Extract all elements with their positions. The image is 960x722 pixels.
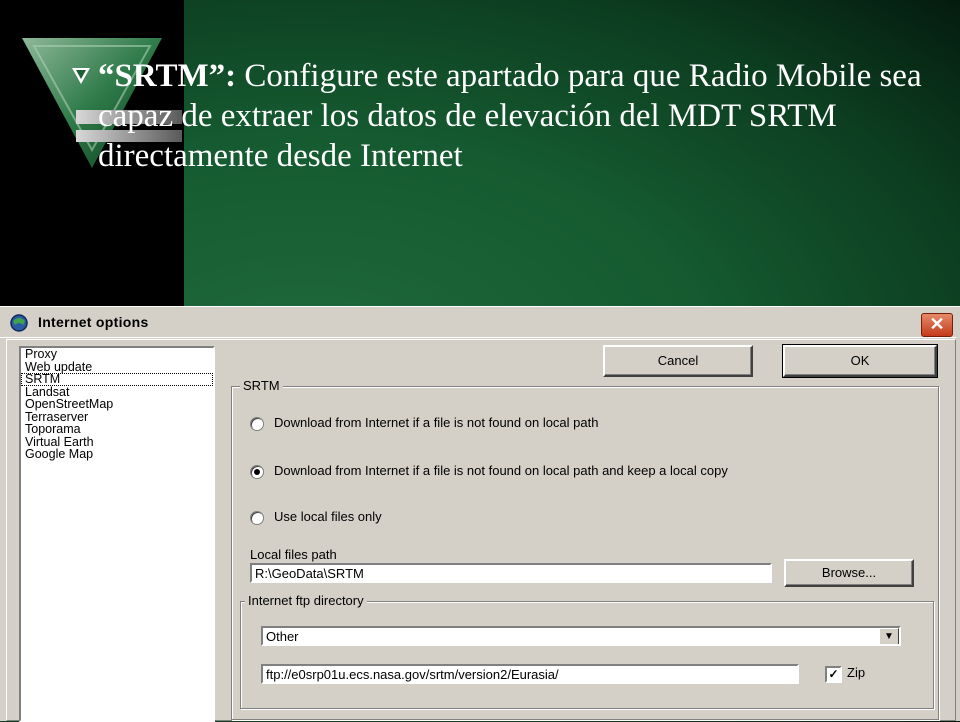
srtm-groupbox: SRTM Download from Internet if a file is… [231,378,939,720]
list-item-google-map[interactable]: Google Map [21,448,213,461]
zip-label: Zip [847,665,866,680]
radio-button[interactable] [250,510,264,525]
radio-mobile-app-icon [10,314,28,332]
slide-bullet-text: “SRTM”: Configure este apartado para que… [98,56,928,176]
ftp-group-title: Internet ftp directory [245,593,367,608]
list-item-openstreetmap[interactable]: OpenStreetMap [21,398,213,411]
radio-option-local-only[interactable]: Use local files only [250,509,382,525]
ftp-directory-select[interactable]: Other ▼ [261,626,901,646]
options-category-list[interactable]: Proxy Web update SRTM Landsat OpenStreetMap T… [19,346,215,722]
dialog-title: Internet options [38,314,149,330]
local-files-path-label: Local files path [250,547,337,562]
ftp-directory-groupbox: Internet ftp directory Other ▼ ftp://e0s… [240,593,934,709]
radio-label: Download from Internet if a file is not … [274,463,728,478]
close-button[interactable]: ✕ [921,313,953,337]
dialog-titlebar[interactable]: Internet options ✕ [0,307,956,338]
chevron-down-icon[interactable]: ▼ [879,628,899,644]
radio-label: Download from Internet if a file is not … [274,415,599,430]
ftp-url-input[interactable]: ftp://e0srp01u.ecs.nasa.gov/srtm/version… [261,664,799,684]
radio-label: Use local files only [274,509,382,524]
list-item-proxy[interactable]: Proxy [21,348,213,361]
radio-option-download[interactable]: Download from Internet if a file is not … [250,415,598,431]
ok-button[interactable]: OK [782,344,938,378]
srtm-group-title: SRTM [240,378,283,393]
bullet-arrow-icon [72,56,94,98]
list-item-srtm[interactable]: SRTM [21,373,213,386]
radio-button[interactable] [250,464,264,479]
cancel-button[interactable]: Cancel [603,345,753,377]
dialog-body: Proxy Web update SRTM Landsat OpenStreetMap T… [6,339,956,722]
radio-button[interactable] [250,416,264,431]
internet-options-dialog: Internet options ✕ Proxy Web update SRTM La… [0,306,960,722]
checkmark-icon: ✓ [828,667,839,681]
zip-checkbox[interactable]: ✓ [825,666,842,683]
browse-button[interactable]: Browse... [784,559,914,587]
radio-option-download-keep-copy[interactable]: Download from Internet if a file is not … [250,463,728,479]
local-files-path-input[interactable]: R:\GeoData\SRTM [250,563,772,583]
ftp-select-value: Other [266,629,299,644]
list-item-toporama[interactable]: Toporama [21,423,213,436]
bullet-bold-term: “SRTM”: [98,58,237,94]
